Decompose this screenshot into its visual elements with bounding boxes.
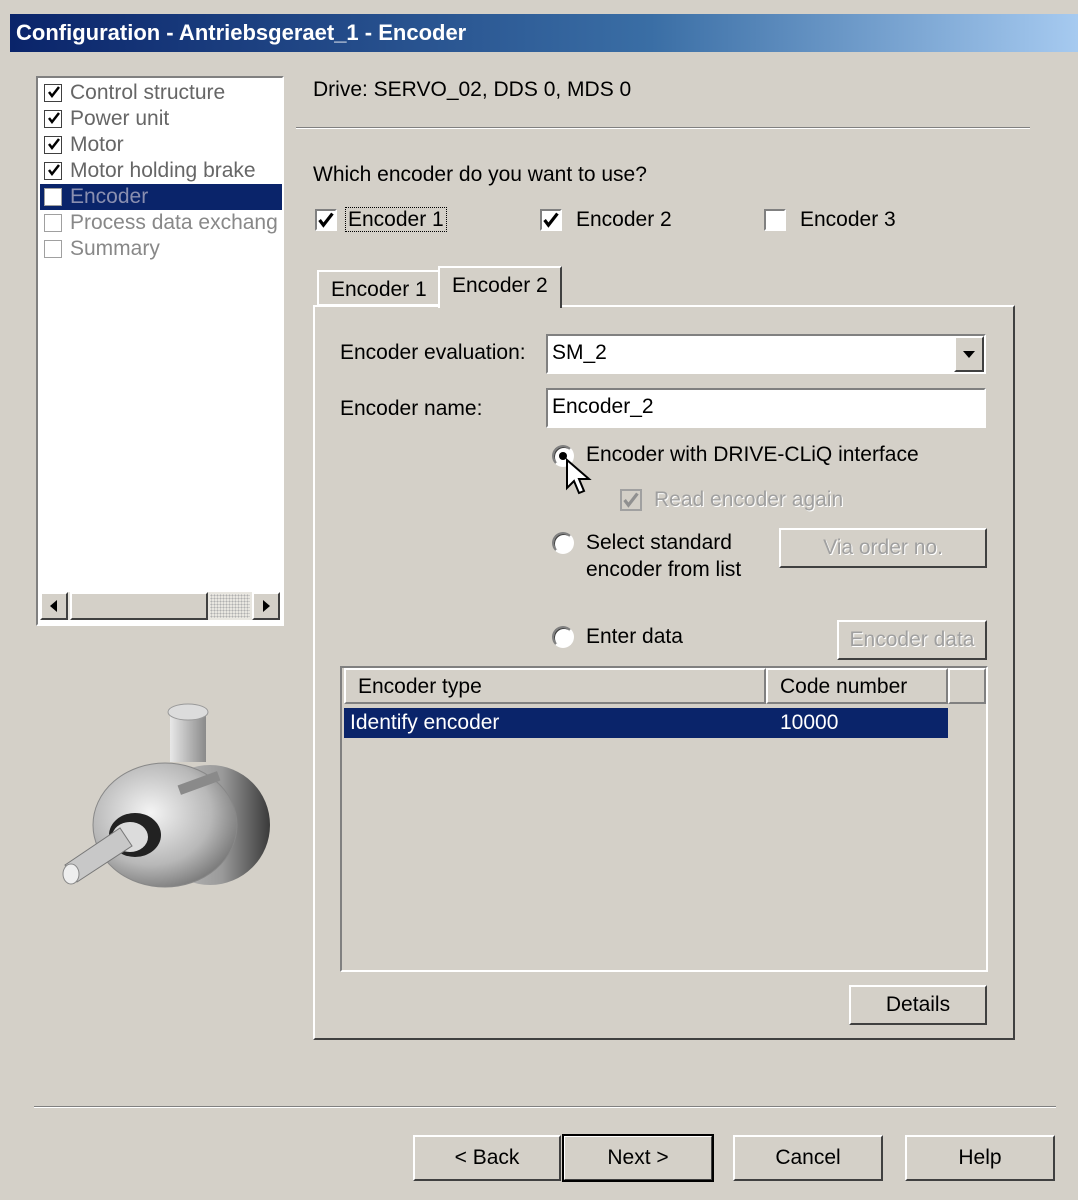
scroll-left-button[interactable] — [40, 592, 68, 620]
arrow-right-icon — [263, 600, 270, 612]
column-header-encoder-type[interactable]: Encoder type — [344, 668, 766, 704]
checkbox-icon[interactable] — [44, 136, 62, 154]
nav-item-control-structure[interactable]: Control structure — [40, 80, 282, 106]
nav-item-label: Process data exchang — [70, 211, 278, 234]
read-encoder-again-label: Read encoder again — [654, 488, 844, 511]
scroll-right-button[interactable] — [252, 592, 280, 620]
nav-item-label: Motor — [70, 133, 124, 156]
check-mark-icon — [623, 492, 639, 508]
encoder-2-label[interactable]: Encoder 2 — [576, 208, 672, 232]
read-encoder-again-checkbox[interactable] — [620, 489, 642, 511]
nav-item-label: Summary — [70, 237, 160, 260]
radio-enter-data[interactable] — [552, 626, 574, 648]
help-button[interactable]: Help — [905, 1135, 1055, 1181]
check-mark-icon — [48, 138, 60, 151]
encoder-name-input[interactable]: Encoder_2 — [546, 388, 986, 428]
details-button[interactable]: Details — [849, 985, 987, 1025]
encoder-evaluation-value: SM_2 — [552, 341, 607, 364]
encoder-evaluation-select[interactable]: SM_2 — [546, 334, 986, 374]
cell-encoder-type: Identify encoder — [350, 711, 500, 734]
encoder-table[interactable]: Encoder type Code number Identify encode… — [340, 666, 988, 972]
configuration-window: Configuration - Antriebsgeraet_1 - Encod… — [0, 0, 1078, 1200]
check-mark-icon — [318, 212, 334, 228]
drive-info: Drive: SERVO_02, DDS 0, MDS 0 — [313, 78, 632, 101]
separator — [34, 1106, 1056, 1108]
chevron-down-icon — [963, 351, 975, 358]
arrow-left-icon — [50, 600, 57, 612]
nav-item-encoder[interactable]: Encoder — [40, 184, 282, 210]
step-tree[interactable]: Control structure Power unit Motor Motor… — [36, 76, 284, 626]
encoder-question: Which encoder do you want to use? — [313, 163, 647, 186]
nav-item-label: Control structure — [70, 81, 226, 104]
encoder-name-label: Encoder name: — [340, 397, 483, 420]
check-mark-icon — [48, 112, 60, 125]
column-header-filler — [948, 668, 986, 704]
separator — [296, 127, 1030, 129]
check-mark-icon — [48, 86, 60, 99]
nav-item-label: Power unit — [70, 107, 170, 130]
encoder-1-label[interactable]: Encoder 1 — [345, 207, 447, 232]
encoder-2-checkbox[interactable] — [540, 209, 562, 231]
nav-item-power-unit[interactable]: Power unit — [40, 106, 282, 132]
radio-select-standard-label-2[interactable]: encoder from list — [586, 558, 741, 582]
checkbox-icon[interactable] — [44, 162, 62, 180]
dropdown-button[interactable] — [954, 336, 984, 372]
nav-item-process-data-exchange[interactable]: Process data exchang — [40, 210, 282, 236]
check-mark-icon — [543, 212, 559, 228]
nav-item-label: Encoder — [70, 185, 149, 208]
checkbox-icon[interactable] — [44, 240, 62, 258]
checkbox-icon[interactable] — [44, 84, 62, 102]
checkbox-icon[interactable] — [44, 110, 62, 128]
mouse-pointer-icon — [566, 458, 592, 495]
scroll-thumb[interactable] — [70, 592, 208, 620]
cell-code-number: 10000 — [780, 711, 839, 734]
encoder-1-text: Encoder 1 — [345, 207, 447, 232]
tab-encoder-1[interactable]: Encoder 1 — [317, 270, 441, 306]
cancel-button[interactable]: Cancel — [733, 1135, 883, 1181]
radio-drivecliq-label[interactable]: Encoder with DRIVE-CLiQ interface — [586, 443, 919, 467]
radio-select-standard[interactable] — [552, 532, 574, 554]
checkbox-icon[interactable] — [44, 188, 62, 206]
via-order-no-button[interactable]: Via order no. — [779, 528, 987, 568]
table-row[interactable]: Identify encoder 10000 — [344, 708, 948, 738]
nav-item-motor-holding-brake[interactable]: Motor holding brake — [40, 158, 282, 184]
nav-item-motor[interactable]: Motor — [40, 132, 282, 158]
tab-encoder-2[interactable]: Encoder 2 — [438, 266, 562, 308]
rotary-encoder-image — [62, 703, 270, 888]
check-mark-icon — [48, 164, 60, 177]
scroll-track[interactable] — [210, 594, 250, 618]
checkbox-icon[interactable] — [44, 214, 62, 232]
encoder-1-checkbox[interactable] — [315, 209, 337, 231]
nav-item-label: Motor holding brake — [70, 159, 256, 182]
nav-item-summary[interactable]: Summary — [40, 236, 282, 262]
encoder-data-button[interactable]: Encoder data — [837, 620, 987, 660]
encoder-3-checkbox[interactable] — [764, 209, 786, 231]
radio-enter-data-label[interactable]: Enter data — [586, 625, 683, 649]
horizontal-scrollbar[interactable] — [40, 592, 280, 620]
window-title: Configuration - Antriebsgeraet_1 - Encod… — [10, 14, 1078, 52]
back-button[interactable]: < Back — [413, 1135, 561, 1181]
radio-select-standard-label-1[interactable]: Select standard — [586, 531, 732, 555]
encoder-3-label[interactable]: Encoder 3 — [800, 208, 896, 232]
column-header-code-number[interactable]: Code number — [766, 668, 948, 704]
next-button[interactable]: Next > — [562, 1134, 714, 1182]
encoder-evaluation-label: Encoder evaluation: — [340, 341, 526, 364]
